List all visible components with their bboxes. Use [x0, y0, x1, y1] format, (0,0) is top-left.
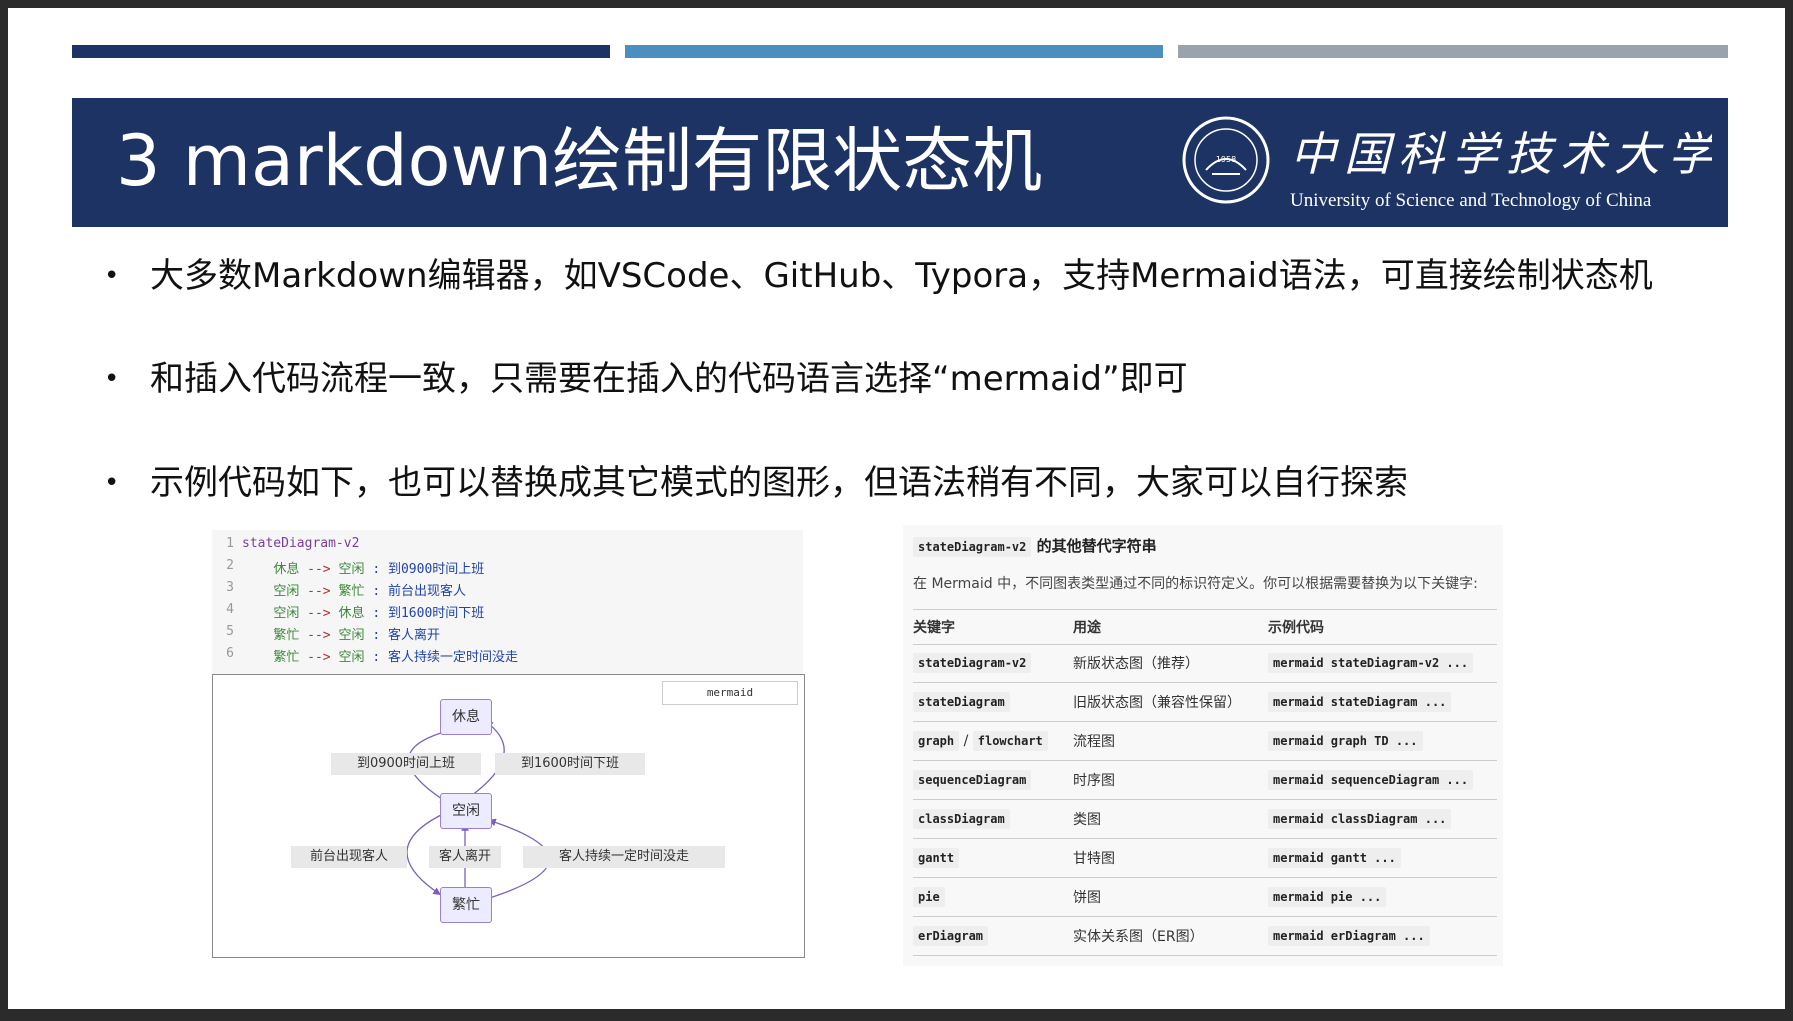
university-seal-icon: 1958 中国科学技术大学 University of Science and …: [1182, 116, 1714, 211]
svg-text:University of Science and Tech: University of Science and Technology of …: [1290, 190, 1652, 211]
edge-label: 客人持续一定时间没走: [523, 846, 725, 868]
title-bar: 3 markdown绘制有限状态机 1958 中国科学技术大学 Universi…: [72, 98, 1728, 227]
line-number: 5: [226, 624, 234, 639]
code-line: 繁忙 --> 空闲 : 客人持续一定时间没走: [273, 650, 518, 665]
table-row: sequenceDiagram 时序图 mermaid sequenceDiag…: [913, 761, 1497, 800]
table-title: stateDiagram-v2 的其他替代字符串: [913, 535, 1157, 557]
university-logo: 1958 中国科学技术大学 University of Science and …: [1182, 112, 1714, 216]
line-number: 6: [226, 646, 234, 661]
slide: 3 markdown绘制有限状态机 1958 中国科学技术大学 Universi…: [8, 8, 1785, 1009]
table-row: pie 饼图 mermaid pie ...: [913, 878, 1497, 917]
table-row: gantt 甘特图 mermaid gantt ...: [913, 839, 1497, 878]
diagram-edges: [406, 720, 550, 901]
table-description: 在 Mermaid 中，不同图表类型通过不同的标识符定义。你可以根据需要替换为以…: [913, 576, 1478, 592]
decor-bar-1: [72, 45, 610, 58]
state-node-busy: 繁忙: [440, 887, 492, 923]
line-number: 3: [226, 580, 234, 595]
edge-label: 到1600时间下班: [495, 753, 645, 775]
table-row: stateDiagram-v2 新版状态图（推荐） mermaid stateD…: [913, 644, 1497, 683]
svg-text:1958: 1958: [1216, 155, 1236, 164]
table-row: stateDiagram 旧版状态图（兼容性保留） mermaid stateD…: [913, 683, 1497, 722]
svg-text:中国科学技术大学: 中国科学技术大学: [1290, 127, 1712, 181]
edge-label: 客人离开: [429, 846, 501, 868]
column-header: 示例代码: [1268, 620, 1324, 636]
table-row: classDiagram 类图 mermaid classDiagram ...: [913, 800, 1497, 839]
column-header: 用途: [1073, 620, 1101, 636]
bullet-2: • 和插入代码流程一致，只需要在插入的代码语言选择“mermaid”即可: [104, 359, 1188, 399]
line-number: 1: [226, 536, 234, 551]
bullet-3: • 示例代码如下，也可以替换成其它模式的图形，但语法稍有不同，大家可以自行探索: [104, 463, 1408, 503]
code-line: 空闲 --> 繁忙 : 前台出现客人: [273, 584, 466, 599]
table-row: erDiagram 实体关系图（ER图） mermaid erDiagram .…: [913, 917, 1497, 956]
state-node-idle: 空闲: [440, 793, 492, 829]
table-header: 关键字 用途 示例代码: [913, 609, 1497, 645]
code-line-header: stateDiagram-v2: [242, 536, 360, 551]
decor-bar-2: [625, 45, 1163, 58]
edge-label: 到0900时间上班: [331, 753, 481, 775]
state-diagram-preview: mermaid 休息 空闲 繁忙 到0900时间上班 到1600时间下班 前台出…: [212, 674, 805, 958]
code-line: 空闲 --> 休息 : 到1600时间下班: [273, 606, 485, 621]
slide-title: 3 markdown绘制有限状态机: [116, 120, 1043, 202]
table-row: graph / flowchart 流程图 mermaid graph TD .…: [913, 722, 1497, 761]
keyword-table-panel: stateDiagram-v2 的其他替代字符串 在 Mermaid 中，不同图…: [903, 525, 1503, 966]
code-line: 休息 --> 空闲 : 到0900时间上班: [273, 562, 485, 577]
bullet-1: • 大多数Markdown编辑器，如VSCode、GitHub、Typora，支持…: [104, 256, 1653, 296]
line-number: 2: [226, 558, 234, 573]
decor-bar-3: [1178, 45, 1728, 58]
edge-label: 前台出现客人: [291, 846, 407, 868]
state-node-rest: 休息: [440, 699, 492, 735]
line-number: 4: [226, 602, 234, 617]
code-line: 繁忙 --> 空闲 : 客人离开: [273, 628, 440, 643]
code-block[interactable]: 1 stateDiagram-v2 2 休息 --> 空闲 : 到0900时间上…: [212, 530, 803, 674]
column-header: 关键字: [913, 620, 955, 636]
